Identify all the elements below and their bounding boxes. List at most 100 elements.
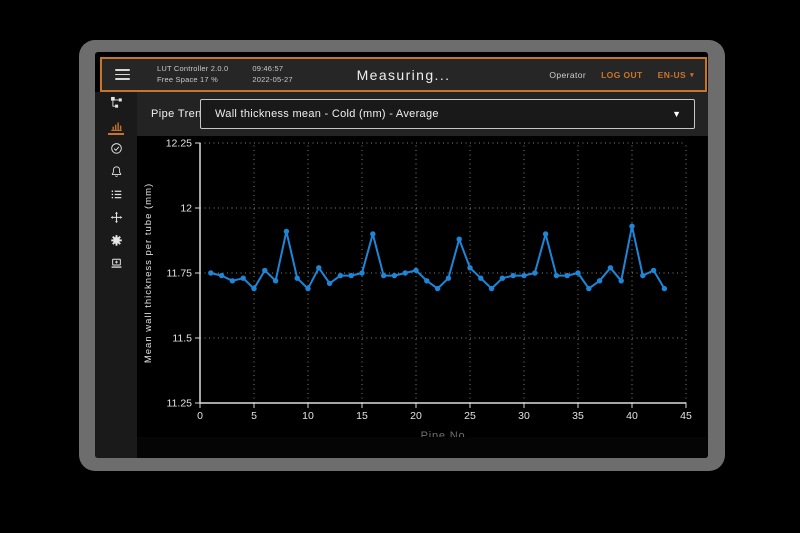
menu-icon[interactable] — [115, 69, 130, 79]
system-info: LUT Controller 2.0.0 09:46:57 Free Space… — [157, 65, 293, 84]
trend-select-value: Wall thickness mean - Cold (mm) - Averag… — [215, 108, 439, 120]
move-icon — [109, 211, 124, 224]
app-version: LUT Controller 2.0.0 — [157, 65, 228, 73]
data-point — [511, 273, 516, 278]
workflow-icon — [109, 96, 124, 109]
select-caret-icon: ▼ — [672, 109, 681, 119]
bar-chart-icon — [109, 119, 124, 132]
data-point — [575, 270, 580, 275]
device-frame: LUT Controller 2.0.0 09:46:57 Free Space… — [79, 40, 725, 471]
data-point — [262, 268, 267, 273]
laptop-icon — [109, 257, 124, 270]
data-point — [565, 273, 570, 278]
data-point — [521, 273, 526, 278]
svg-text:11.75: 11.75 — [167, 268, 193, 280]
data-point — [338, 273, 343, 278]
data-point — [597, 278, 602, 283]
data-point — [381, 273, 386, 278]
data-point — [413, 268, 418, 273]
data-point — [500, 276, 505, 281]
language-selector[interactable]: EN-US ▾ — [658, 70, 694, 80]
sidebar-item-check-circle[interactable] — [105, 142, 127, 158]
data-point — [629, 224, 634, 229]
list-icon — [109, 188, 124, 201]
svg-text:45: 45 — [680, 410, 692, 422]
data-point — [489, 286, 494, 291]
sidebar-item-move[interactable] — [105, 211, 127, 227]
data-point — [640, 273, 645, 278]
free-space: Free Space 17 % — [157, 76, 228, 84]
data-point — [230, 278, 235, 283]
data-point — [327, 281, 332, 286]
data-point — [478, 276, 483, 281]
data-point — [349, 273, 354, 278]
data-point — [435, 286, 440, 291]
data-point — [305, 286, 310, 291]
sidebar-item-laptop[interactable] — [105, 257, 127, 273]
svg-text:10: 10 — [302, 410, 314, 422]
trend-select[interactable]: Wall thickness mean - Cold (mm) - Averag… — [200, 99, 695, 129]
data-point — [651, 268, 656, 273]
sidebar-item-bar-chart[interactable] — [105, 119, 127, 135]
svg-text:12: 12 — [180, 203, 192, 215]
topbar-right: Operator LOG OUT EN-US ▾ — [549, 70, 694, 80]
svg-text:25: 25 — [464, 410, 476, 422]
top-status-bar: LUT Controller 2.0.0 09:46:57 Free Space… — [100, 57, 707, 92]
svg-text:35: 35 — [572, 410, 584, 422]
data-point — [403, 270, 408, 275]
page: { "colors": { "accent": "#c97428", "line… — [0, 0, 800, 533]
data-point — [241, 276, 246, 281]
data-point — [284, 229, 289, 234]
svg-text:0: 0 — [197, 410, 203, 422]
svg-text:11.25: 11.25 — [167, 398, 193, 410]
trend-line — [211, 226, 665, 288]
sidebar — [95, 92, 137, 458]
data-point — [554, 273, 559, 278]
svg-text:20: 20 — [410, 410, 422, 422]
data-point — [467, 265, 472, 270]
check-circle-icon — [109, 142, 124, 155]
data-point — [295, 276, 300, 281]
data-point — [543, 231, 548, 236]
sidebar-item-list[interactable] — [105, 188, 127, 204]
clock: 09:46:57 — [252, 65, 292, 73]
svg-text:40: 40 — [626, 410, 638, 422]
data-point — [446, 276, 451, 281]
bell-icon — [109, 165, 124, 178]
data-point — [219, 273, 224, 278]
trend-chart-area: 0 5 10 15 20 25 30 35 40 45 11.25 11.5 11.75 12 12.25 M… — [137, 136, 707, 437]
chevron-down-icon: ▾ — [690, 71, 694, 79]
date: 2022-05-27 — [252, 76, 292, 84]
data-point — [457, 237, 462, 242]
data-point — [359, 270, 364, 275]
y-axis-title: Mean wall thickness per tube (mm) — [143, 183, 154, 363]
x-axis-title: Pipe No — [421, 430, 466, 437]
language-label: EN-US — [658, 70, 686, 80]
sidebar-item-workflow[interactable] — [105, 96, 127, 112]
data-point — [532, 270, 537, 275]
svg-text:11.5: 11.5 — [172, 333, 192, 345]
logout-button[interactable]: LOG OUT — [601, 70, 643, 80]
gear-icon — [109, 234, 124, 247]
main-content: Pipe Trend Wall thickness mean - Cold (m… — [137, 92, 708, 458]
data-point — [392, 273, 397, 278]
trend-selector-row: Pipe Trend Wall thickness mean - Cold (m… — [137, 92, 708, 136]
svg-text:30: 30 — [518, 410, 530, 422]
svg-text:12.25: 12.25 — [166, 138, 192, 150]
data-point — [424, 278, 429, 283]
sidebar-item-bell[interactable] — [105, 165, 127, 181]
data-point — [251, 286, 256, 291]
status-title: Measuring... — [357, 67, 451, 83]
sidebar-item-gear[interactable] — [105, 234, 127, 250]
data-point — [208, 270, 213, 275]
app-screen: LUT Controller 2.0.0 09:46:57 Free Space… — [95, 52, 708, 458]
data-point — [619, 278, 624, 283]
user-role: Operator — [549, 70, 586, 80]
data-point — [662, 286, 667, 291]
data-point — [273, 278, 278, 283]
data-point — [370, 231, 375, 236]
svg-text:15: 15 — [356, 410, 368, 422]
trend-chart: 0 5 10 15 20 25 30 35 40 45 11.25 11.5 11.75 12 12.25 M… — [137, 136, 707, 437]
svg-text:5: 5 — [251, 410, 257, 422]
data-point — [608, 265, 613, 270]
